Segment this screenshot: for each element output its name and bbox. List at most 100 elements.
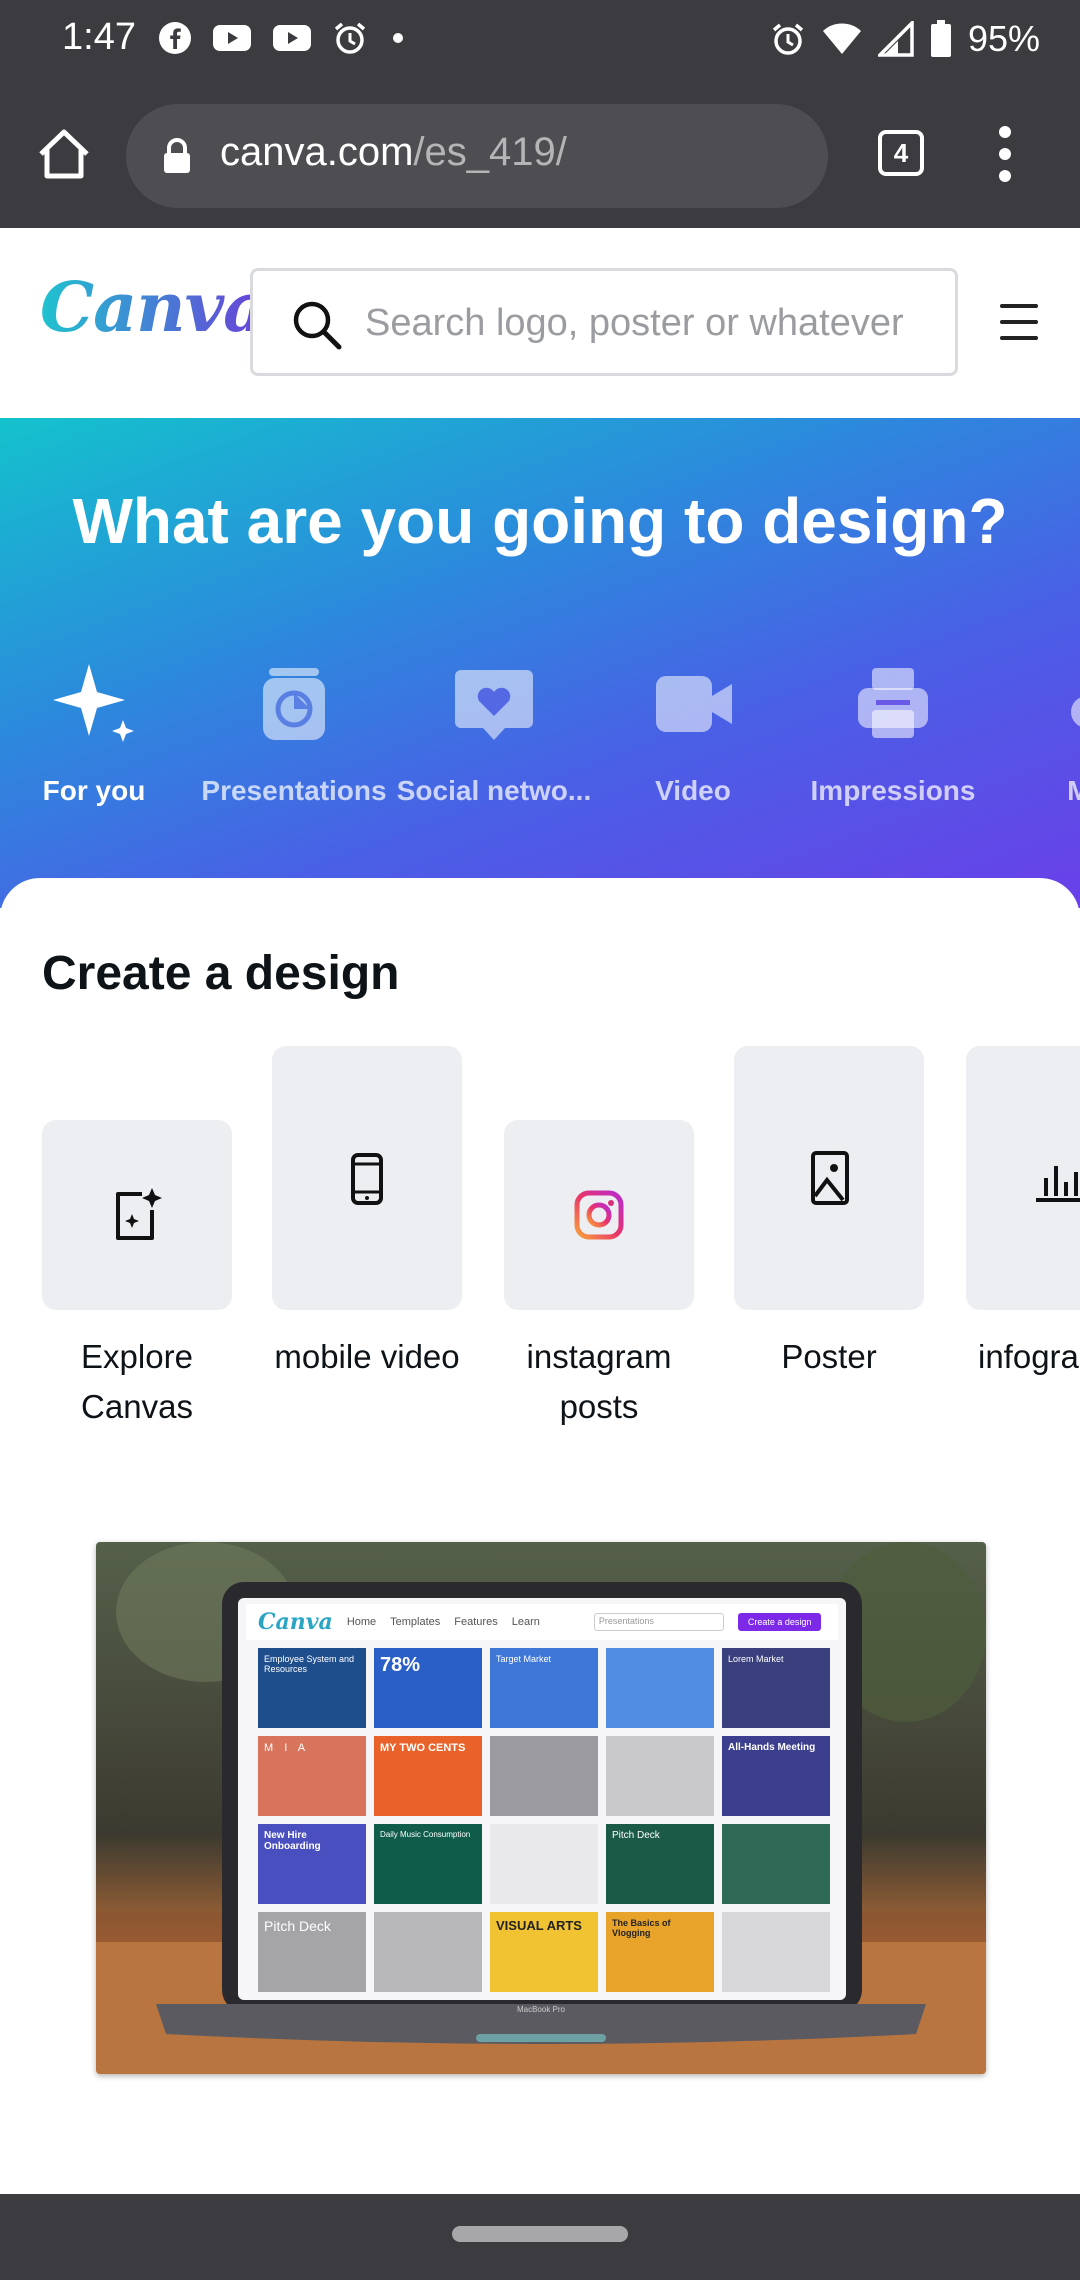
card-label: infogra: [978, 1338, 1079, 1375]
template-tile: Lorem Market: [722, 1648, 830, 1728]
home-gesture-handle[interactable]: [452, 2226, 628, 2242]
content-panel: Create a design Explore Canvas mobile vi…: [0, 878, 1080, 2194]
canva-logo[interactable]: Canva: [40, 268, 267, 348]
laptop-nav-item: Features: [454, 1616, 498, 1628]
heart-chat-icon: [455, 670, 533, 740]
url-host: canva.com: [220, 130, 414, 174]
category-row: For you Presentations Social netwo... Vi…: [0, 658, 1080, 858]
design-card-infographic[interactable]: infogra: [966, 1046, 1080, 1382]
template-tile: New Hire Onboarding: [258, 1824, 366, 1904]
category-label: Social netwo...: [396, 775, 592, 806]
template-tile: Pitch Deck: [258, 1912, 366, 1992]
card-label: mobile video: [274, 1338, 460, 1375]
url-text[interactable]: canva.com/es_419/: [220, 130, 567, 175]
hero-section: What are you going to design? For you Pr…: [0, 418, 1080, 908]
template-tile: [722, 1824, 830, 1904]
search-input[interactable]: [365, 293, 935, 353]
template-tile: Target Market: [490, 1648, 598, 1728]
url-path: /es_419/: [413, 130, 567, 174]
laptop-nav-item: Learn: [511, 1616, 540, 1628]
category-label: For you: [42, 775, 146, 806]
template-tile: [490, 1736, 598, 1816]
template-tile: 78%: [374, 1648, 482, 1728]
laptop-promo-image: Canva Home Templates Features Learn Pres…: [96, 1542, 986, 2074]
alarm-icon: [334, 22, 366, 54]
laptop-cta: Create a design: [737, 1613, 822, 1631]
poster-icon: [811, 1151, 849, 1205]
presentation-icon: [263, 668, 325, 740]
card-tile[interactable]: [504, 1120, 694, 1310]
category-presentations[interactable]: Presentations: [194, 658, 394, 807]
laptop-logo: Canva: [258, 1609, 333, 1635]
laptop-template-grid: Employee System and Resources 78% Target…: [246, 1640, 838, 1996]
youtube-icon: [213, 25, 251, 51]
card-label: instagram posts: [526, 1338, 672, 1425]
youtube-icon: [273, 25, 311, 51]
category-for-you[interactable]: For you: [0, 658, 194, 807]
category-video[interactable]: Video: [593, 658, 793, 807]
template-tile: Daily Music Consumption: [374, 1824, 482, 1904]
template-tile: [606, 1736, 714, 1816]
laptop-brand: MacBook Pro: [516, 2005, 566, 2014]
template-tile: [490, 1824, 598, 1904]
create-design-heading: Create a design: [42, 947, 400, 1000]
search-box[interactable]: [250, 268, 958, 376]
address-bar[interactable]: canva.com/es_419/: [126, 104, 828, 208]
sparkle-doc-icon: [116, 1188, 162, 1240]
system-icons: 95%: [770, 18, 1040, 60]
category-label: Impressions: [810, 775, 976, 806]
category-impressions[interactable]: Impressions: [793, 658, 993, 807]
template-tile: [374, 1912, 482, 1992]
design-card-instagram-posts[interactable]: instagram posts: [504, 1120, 694, 1432]
laptop-screen-header: Canva Home Templates Features Learn Pres…: [246, 1604, 838, 1640]
template-tile: Pitch Deck: [606, 1824, 714, 1904]
browser-toolbar: canva.com/es_419/ 4: [0, 82, 1080, 228]
bar-chart-icon: [1036, 1166, 1080, 1202]
laptop-screen: Canva Home Templates Features Learn Pres…: [246, 1604, 838, 1996]
dot-icon: [393, 33, 403, 43]
design-card-explore-canvas[interactable]: Explore Canvas: [42, 1120, 232, 1432]
tab-switcher-button[interactable]: 4: [878, 130, 924, 176]
card-tile[interactable]: [734, 1046, 924, 1310]
battery-percent: 95%: [967, 18, 1040, 59]
home-icon[interactable]: [36, 126, 92, 182]
alarm-icon: [772, 23, 804, 55]
template-tile: VISUAL ARTS: [490, 1912, 598, 1992]
overflow-menu-icon[interactable]: [990, 124, 1020, 184]
card-tile[interactable]: [966, 1046, 1080, 1310]
category-label: Video: [655, 775, 731, 806]
design-card-mobile-video[interactable]: mobile video: [272, 1046, 462, 1382]
category-label: Presentations: [201, 775, 387, 806]
site-header: Canva: [0, 228, 1080, 418]
wifi-icon: [822, 23, 861, 54]
template-tile: All-Hands Meeting: [722, 1736, 830, 1816]
system-nav-bar: [0, 2194, 1080, 2280]
laptop-nav-item: Templates: [390, 1616, 441, 1628]
logo-text: Canva: [40, 268, 267, 348]
facebook-icon: [159, 22, 191, 54]
laptop-nav-item: Home: [346, 1616, 377, 1628]
laptop-search: Presentations: [593, 1613, 724, 1631]
template-tile: MY TWO CENTS: [374, 1736, 482, 1816]
hamburger-menu-icon[interactable]: [1000, 304, 1038, 340]
video-camera-icon: [656, 676, 732, 732]
status-time: 1:47: [62, 16, 136, 58]
megaphone-icon: [1071, 697, 1080, 727]
card-label: Poster: [781, 1338, 877, 1375]
template-tile: The Basics of Vlogging: [606, 1912, 714, 1992]
template-tile: [606, 1648, 714, 1728]
category-social-networks[interactable]: Social netwo...: [394, 658, 594, 807]
card-tile[interactable]: [272, 1046, 462, 1310]
status-bar: 1:47 95%: [0, 0, 1080, 82]
category-label: Mar: [1067, 775, 1080, 806]
card-tile[interactable]: [42, 1120, 232, 1310]
category-marketing[interactable]: Mar: [992, 658, 1080, 807]
template-tile: Employee System and Resources: [258, 1648, 366, 1728]
design-card-poster[interactable]: Poster: [734, 1046, 924, 1382]
signal-icon: [877, 21, 914, 57]
lock-icon: [164, 138, 190, 173]
battery-icon: [930, 20, 951, 57]
card-label: Explore Canvas: [81, 1338, 193, 1425]
template-tile: [722, 1912, 830, 1992]
instagram-icon: [574, 1190, 624, 1240]
